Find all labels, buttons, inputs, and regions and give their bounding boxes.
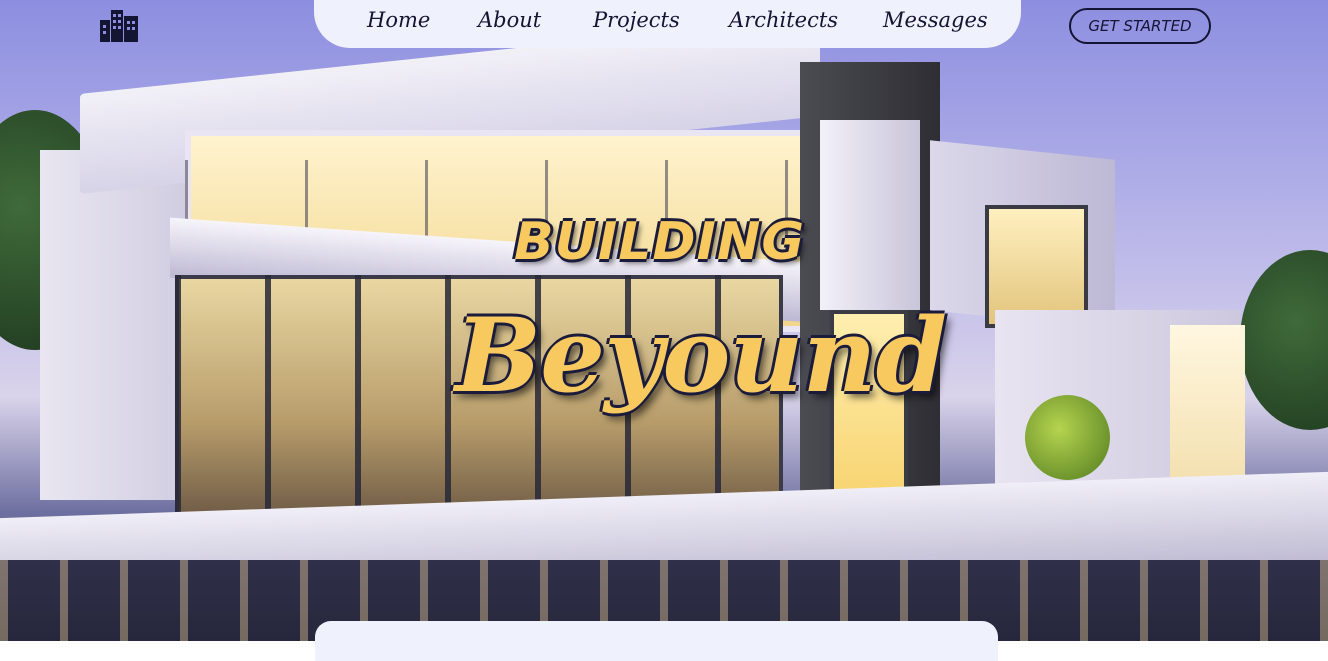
house-right-light — [1170, 325, 1245, 490]
nav-messages[interactable]: Messages — [883, 8, 988, 32]
building-icon[interactable] — [98, 8, 140, 42]
hero-headline-top: BUILDING — [514, 212, 806, 272]
nav-home[interactable]: Home — [367, 8, 430, 32]
plant — [1025, 395, 1110, 480]
nav-about[interactable]: About — [478, 8, 541, 32]
nav-projects[interactable]: Projects — [593, 8, 680, 32]
content-card — [315, 621, 998, 661]
get-started-button[interactable]: GET STARTED — [1069, 8, 1211, 44]
top-nav: Home About Projects Architects Messages — [314, 0, 1021, 48]
nav-architects[interactable]: Architects — [729, 8, 838, 32]
hero-headline-main: Beyound — [455, 296, 947, 416]
house-white-block — [820, 120, 920, 310]
tree-right — [1240, 250, 1328, 430]
